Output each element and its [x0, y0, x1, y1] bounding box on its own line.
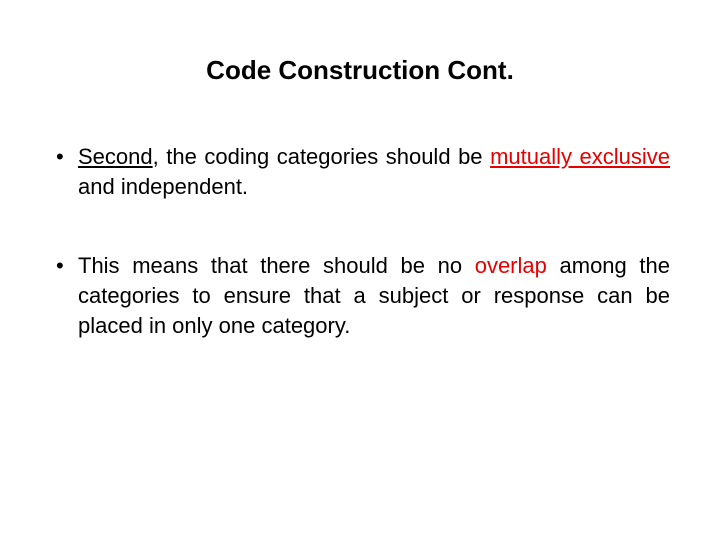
- bullet-list: Second, the coding categories should be …: [50, 142, 670, 340]
- red-word-overlap: overlap: [475, 253, 547, 278]
- underlined-word-second: Second: [78, 144, 153, 169]
- bullet-2-text-a: This means that there should be no: [78, 253, 475, 278]
- bullet-1-text-a: , the coding categories should be: [153, 144, 490, 169]
- bullet-1-text-b: and independent.: [78, 174, 248, 199]
- slide-title: Code Construction Cont.: [50, 55, 670, 86]
- bullet-item-2: This means that there should be no overl…: [50, 251, 670, 340]
- underlined-red-mutually-exclusive: mutually exclusive: [490, 144, 670, 169]
- bullet-item-1: Second, the coding categories should be …: [50, 142, 670, 201]
